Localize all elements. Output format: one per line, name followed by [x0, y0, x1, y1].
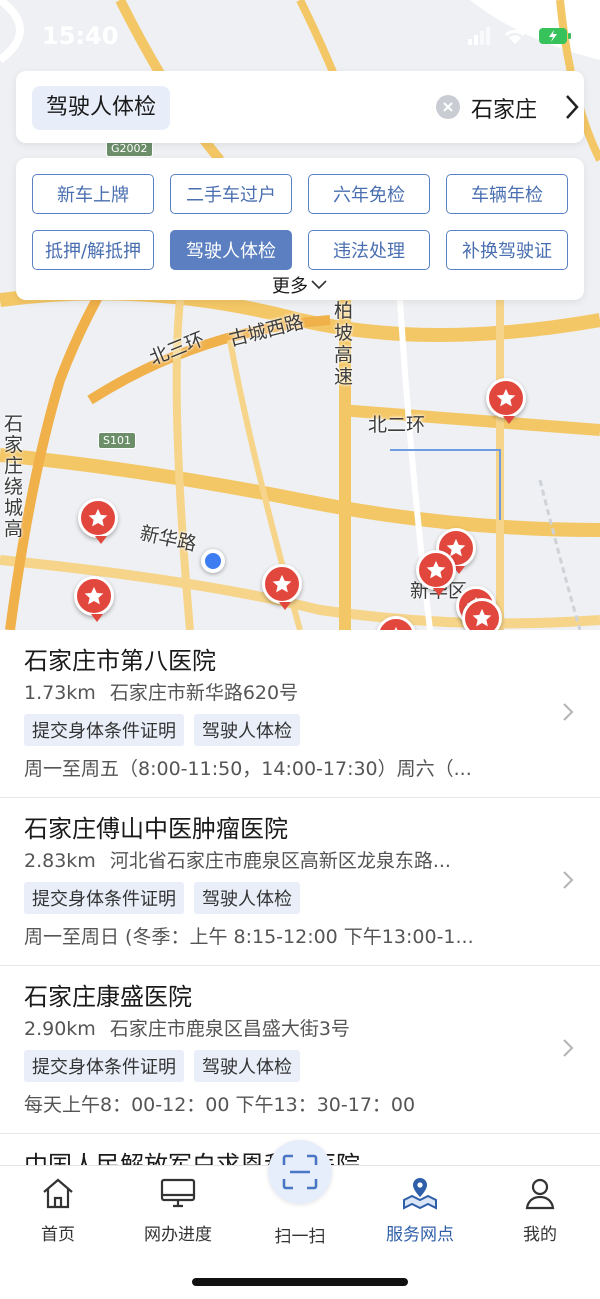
- tag: 提交身体条件证明: [24, 1050, 184, 1082]
- more-toggle[interactable]: 更多: [16, 272, 584, 298]
- tab-label: 我的: [523, 1225, 557, 1245]
- tab-service[interactable]: 服务网点: [370, 1176, 470, 1245]
- site-name: 石家庄康盛医院: [24, 983, 192, 1011]
- category-button[interactable]: 二手车过户: [170, 174, 292, 214]
- chevron-right-icon: [563, 703, 574, 721]
- home-icon: [43, 1178, 73, 1209]
- category-button[interactable]: 车辆年检: [446, 174, 568, 214]
- tag: 驾驶人体检: [194, 882, 300, 914]
- status-icons: [468, 26, 572, 46]
- site-name: 石家庄傅山中医肿瘤医院: [24, 815, 288, 843]
- tab-mine[interactable]: 我的: [490, 1176, 590, 1245]
- chevron-right-icon[interactable]: [564, 93, 580, 121]
- clear-icon[interactable]: [436, 95, 460, 119]
- map-label-bo-expressway: 柏坡高速: [334, 300, 354, 388]
- map-pin-star-icon[interactable]: [262, 564, 302, 610]
- tag-row: 提交身体条件证明 驾驶人体检: [24, 1050, 576, 1082]
- site-address-text: 河北省石家庄市鹿泉区高新区龙泉东路...: [109, 850, 451, 872]
- map-pin-star-icon[interactable]: [74, 576, 114, 622]
- tag: 提交身体条件证明: [24, 882, 184, 914]
- map-label-north-second-ring: 北二环: [368, 414, 426, 436]
- monitor-icon: [160, 1178, 196, 1208]
- tab-label: 服务网点: [386, 1225, 454, 1245]
- road-shield-s101: S101: [98, 432, 136, 449]
- city-selector[interactable]: 石家庄: [471, 92, 537, 124]
- list-item[interactable]: 石家庄康盛医院 2.90km 石家庄市鹿泉区昌盛大街3号 提交身体条件证明 驾驶人…: [0, 966, 600, 1134]
- site-distance: 1.73km: [24, 682, 96, 704]
- site-distance: 2.90km: [24, 1018, 96, 1040]
- site-hours: 周一至周日 (冬季：上午 8:15-12:00 下午13:00-1...: [24, 926, 474, 948]
- site-hours: 周一至周五（8:00-11:50，14:00-17:30）周六（...: [24, 758, 472, 780]
- more-label: 更多: [272, 276, 308, 297]
- service-site-list[interactable]: 石家庄市第八医院 1.73km 石家庄市新华路620号 提交身体条件证明 驾驶人体…: [0, 630, 600, 1165]
- map-pin-star-icon[interactable]: [486, 378, 526, 424]
- chevron-down-icon: [311, 280, 327, 290]
- map-pin-star-icon[interactable]: [416, 550, 456, 596]
- tag: 驾驶人体检: [194, 714, 300, 746]
- tab-label: 网办进度: [144, 1225, 212, 1245]
- category-button[interactable]: 抵押/解抵押: [32, 230, 154, 270]
- tag-row: 提交身体条件证明 驾驶人体检: [24, 714, 576, 746]
- search-bar[interactable]: 驾驶人体检 石家庄: [16, 71, 584, 143]
- chevron-right-icon: [563, 871, 574, 889]
- search-keyword-chip[interactable]: 驾驶人体检: [32, 86, 171, 130]
- map-pin-star-icon[interactable]: [78, 498, 118, 544]
- site-address: 2.90km 石家庄市鹿泉区昌盛大街3号: [24, 1014, 544, 1044]
- category-button[interactable]: 补换驾驶证: [446, 230, 568, 270]
- scan-button[interactable]: [268, 1140, 332, 1204]
- site-address: 2.83km 河北省石家庄市鹿泉区高新区龙泉东路...: [24, 846, 544, 876]
- category-grid: 新车上牌 二手车过户 六年免检 车辆年检 抵押/解抵押 驾驶人体检 违法处理 补…: [32, 174, 568, 270]
- tag-row: 提交身体条件证明 驾驶人体检: [24, 882, 576, 914]
- status-time: 15:40: [42, 22, 119, 50]
- tag: 驾驶人体检: [194, 1050, 300, 1082]
- current-location-dot: [201, 549, 225, 573]
- signal-icon: [468, 27, 490, 45]
- tag: 提交身体条件证明: [24, 714, 184, 746]
- list-item[interactable]: 石家庄傅山中医肿瘤医院 2.83km 河北省石家庄市鹿泉区高新区龙泉东路... 提…: [0, 798, 600, 966]
- status-bar: 15:40: [0, 0, 600, 72]
- chevron-right-icon: [563, 1039, 574, 1057]
- map-pin-star-icon[interactable]: [462, 598, 502, 630]
- site-address: 1.73km 石家庄市新华路620号: [24, 678, 544, 708]
- list-item[interactable]: 石家庄市第八医院 1.73km 石家庄市新华路620号 提交身体条件证明 驾驶人体…: [0, 630, 600, 798]
- site-name: 石家庄市第八医院: [24, 647, 216, 675]
- user-icon: [525, 1178, 555, 1210]
- home-indicator: [192, 1278, 408, 1286]
- site-hours: 每天上午8：00-12：00 下午13：30-17：00: [24, 1094, 416, 1116]
- site-address-text: 石家庄市鹿泉区昌盛大街3号: [109, 1018, 350, 1040]
- tab-label: 首页: [41, 1225, 75, 1245]
- battery-charging-icon: [539, 28, 571, 44]
- location-map-icon: [403, 1178, 437, 1210]
- wifi-icon: [504, 29, 526, 44]
- site-distance: 2.83km: [24, 850, 96, 872]
- tab-progress[interactable]: 网办进度: [128, 1176, 228, 1245]
- category-button-active[interactable]: 驾驶人体检: [170, 230, 292, 270]
- tab-home[interactable]: 首页: [8, 1176, 108, 1245]
- map-label-ring-expressway: 石家庄绕城高: [4, 413, 24, 540]
- service-category-panel: 新车上牌 二手车过户 六年免检 车辆年检 抵押/解抵押 驾驶人体检 违法处理 补…: [16, 158, 584, 300]
- tab-scan-label[interactable]: 扫一扫: [250, 1222, 350, 1247]
- scan-icon: [282, 1154, 318, 1190]
- category-button[interactable]: 新车上牌: [32, 174, 154, 214]
- category-button[interactable]: 六年免检: [308, 174, 430, 214]
- category-button[interactable]: 违法处理: [308, 230, 430, 270]
- site-address-text: 石家庄市新华路620号: [109, 682, 299, 704]
